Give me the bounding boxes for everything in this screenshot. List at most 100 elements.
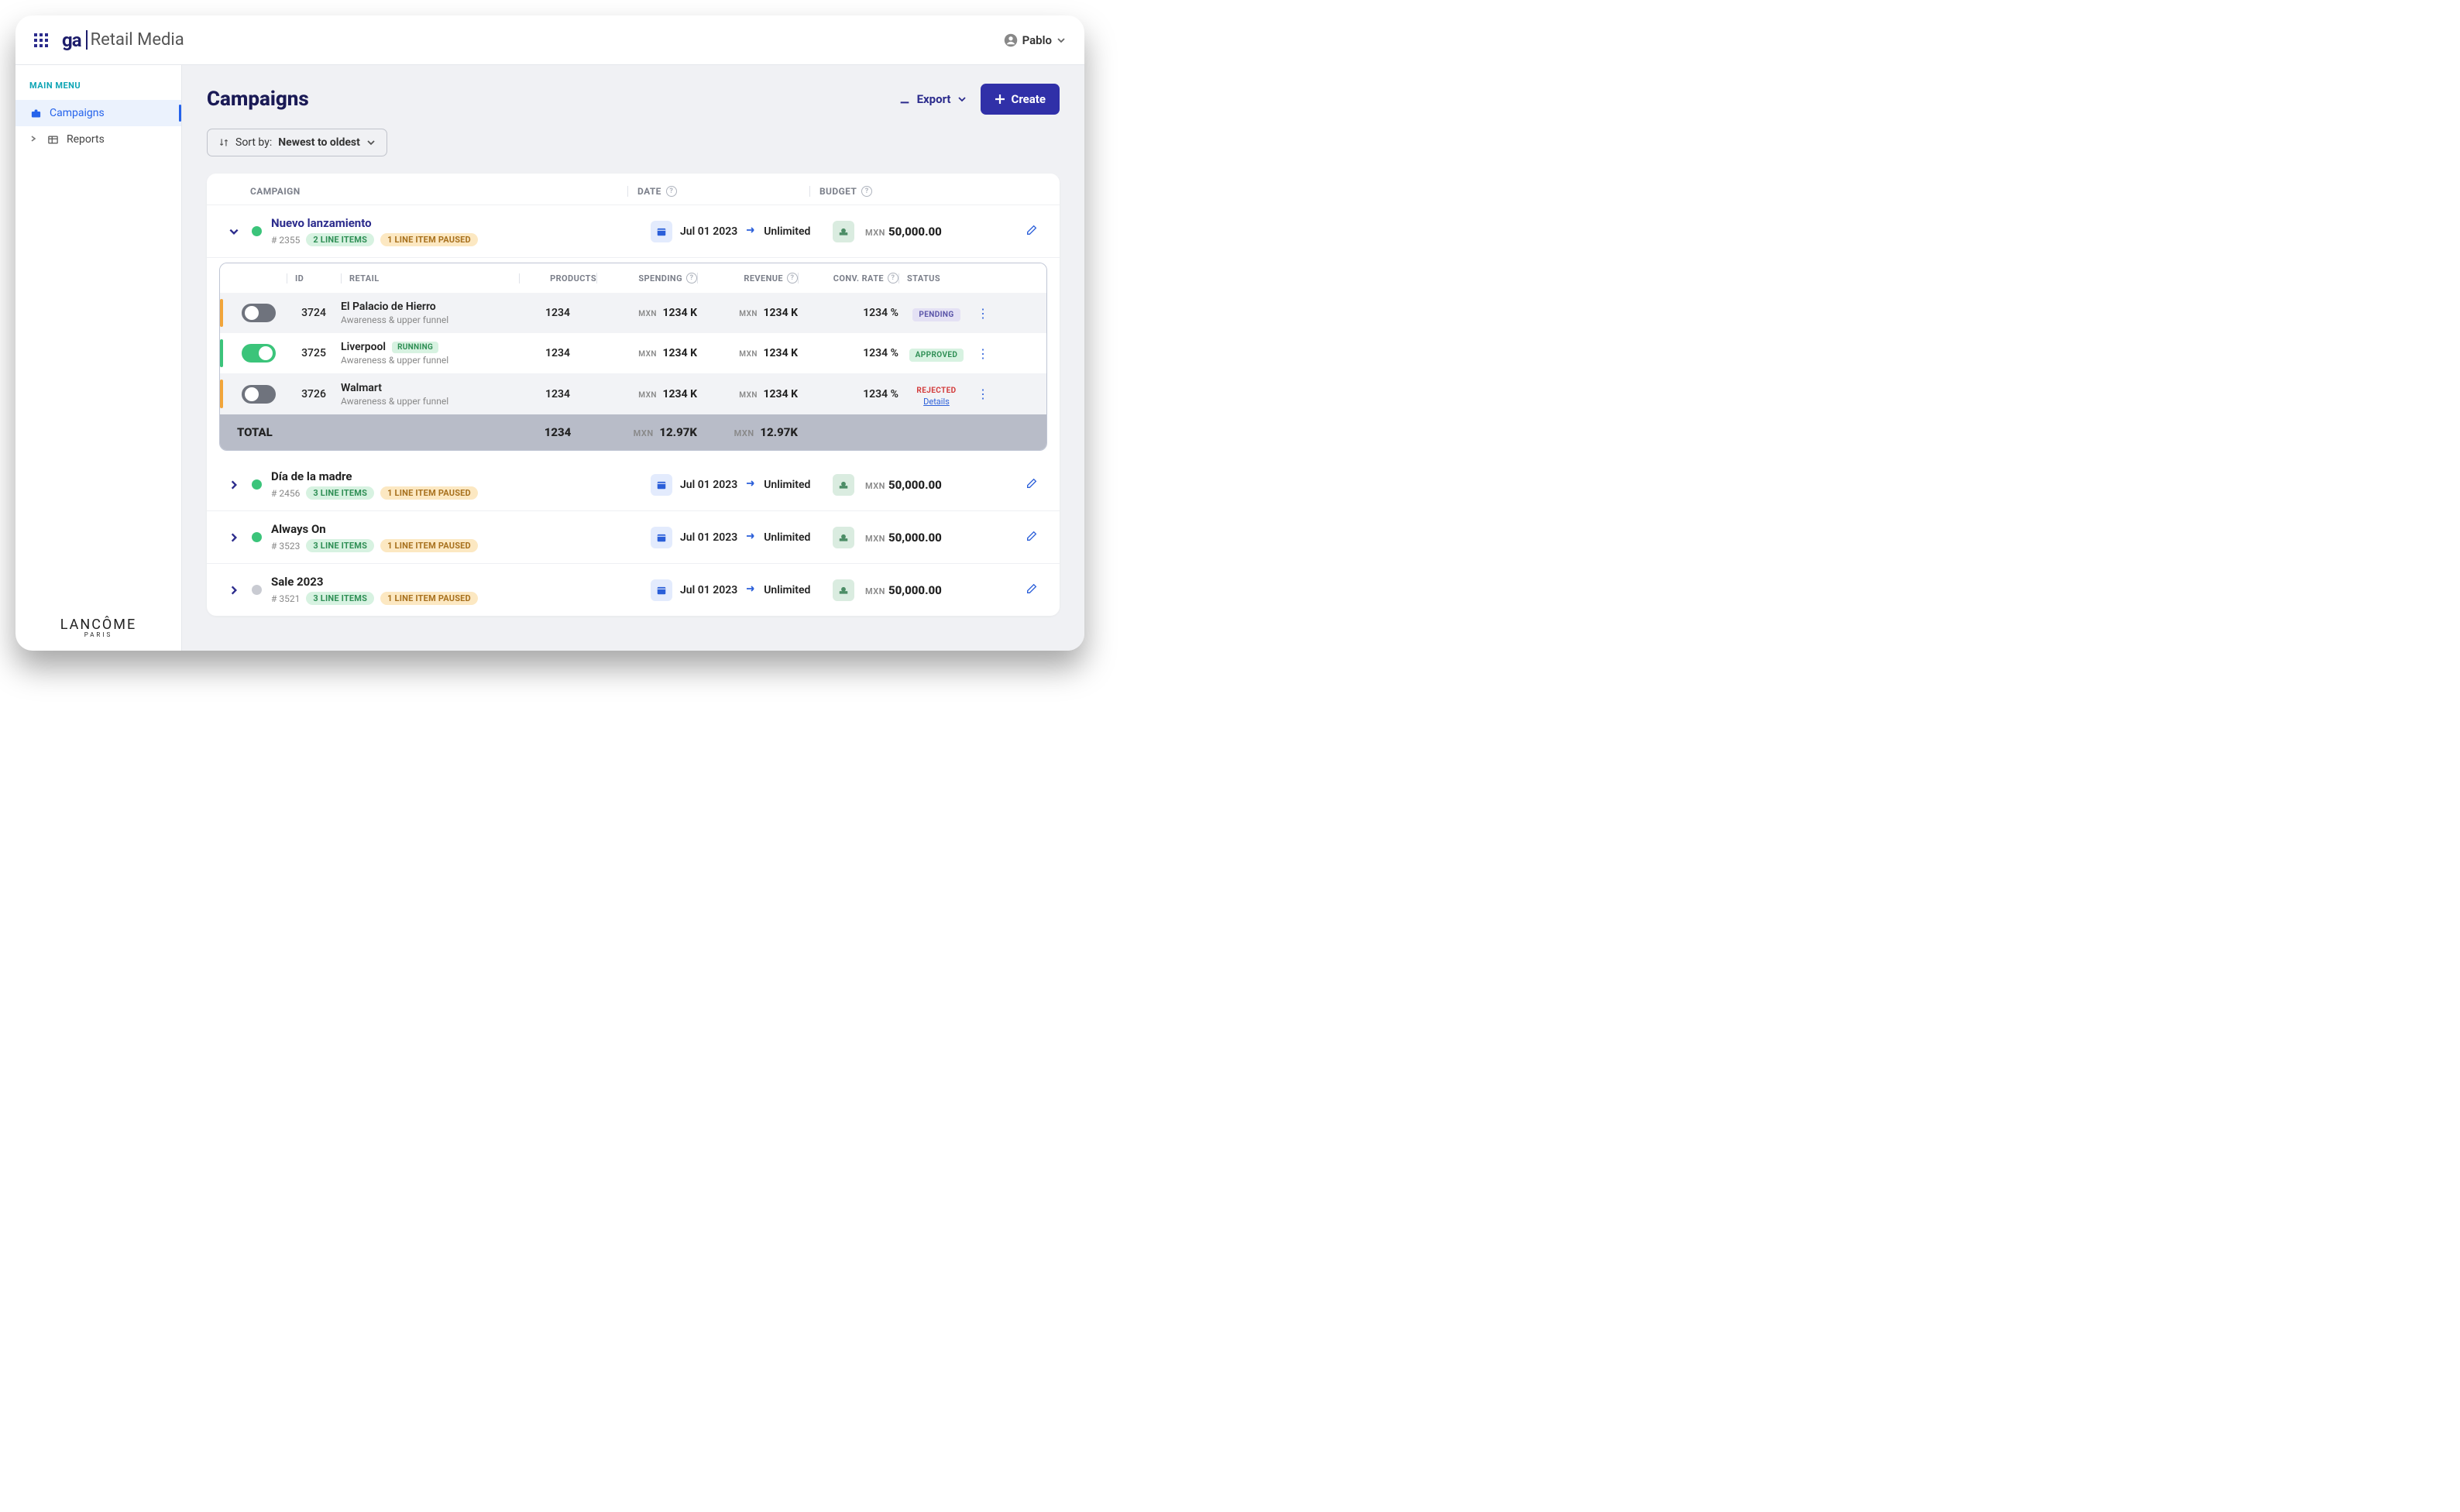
money-icon [833, 527, 854, 548]
arrow-right-icon [745, 477, 756, 492]
line-item-row: 3726 WalmartAwareness & upper funnel 123… [220, 373, 1046, 414]
logo-mark: ga [62, 29, 81, 51]
retail-name: El Palacio de Hierro [341, 301, 519, 313]
chevron-down-icon [366, 138, 376, 147]
retail-sub: Awareness & upper funnel [341, 355, 519, 366]
expand-toggle[interactable] [228, 532, 242, 543]
products-value: 1234 [519, 388, 596, 400]
arrow-right-icon [745, 530, 756, 545]
row-menu[interactable]: ⋮ [974, 387, 991, 401]
campaign-row: Día de la madre # 2456 3 LINE ITEMS 1 LI… [207, 459, 1060, 511]
line-item-row: 3724 El Palacio de HierroAwareness & upp… [220, 293, 1046, 333]
user-menu[interactable]: Pablo [1004, 33, 1066, 47]
create-label: Create [1012, 92, 1046, 106]
sort-prefix: Sort by: [235, 136, 272, 149]
campaign-row: Sale 2023 # 3521 3 LINE ITEMS 1 LINE ITE… [207, 564, 1060, 616]
row-menu[interactable]: ⋮ [974, 306, 991, 321]
chevron-down-icon [957, 94, 967, 104]
collapse-toggle[interactable] [228, 226, 242, 237]
date-start: Jul 01 2023 [680, 225, 737, 238]
line-items-pill: 3 LINE ITEMS [306, 486, 374, 500]
edit-icon[interactable] [1026, 224, 1038, 239]
help-icon[interactable]: ? [787, 273, 798, 284]
revenue-value: MXN 1234 K [697, 388, 798, 400]
date-start: Jul 01 2023 [680, 531, 737, 544]
status-badge: REJECTED [916, 387, 956, 395]
help-icon[interactable]: ? [666, 186, 677, 197]
status-badge: PENDING [912, 308, 960, 321]
col-date: DATE? [627, 186, 809, 197]
app-launcher-icon[interactable] [34, 33, 48, 47]
sidebar-item-reports[interactable]: Reports [15, 126, 181, 153]
status-dot [252, 585, 262, 595]
col-budget: BUDGET? [809, 186, 1038, 197]
paused-pill: 1 LINE ITEM PAUSED [380, 539, 478, 552]
line-item-id: 3725 [287, 347, 341, 359]
spending-value: MXN 1234 K [596, 307, 697, 319]
total-revenue: MXN 12.97K [697, 425, 798, 439]
spending-value: MXN 1234 K [596, 347, 697, 359]
toggle-switch[interactable] [242, 304, 276, 322]
calendar-icon [651, 474, 672, 496]
calendar-icon [651, 527, 672, 548]
sidebar-item-campaigns[interactable]: Campaigns [15, 100, 181, 126]
arrow-right-icon [745, 224, 756, 239]
conv-value: 1234 % [798, 347, 898, 359]
toggle-switch[interactable] [242, 344, 276, 363]
campaign-name[interactable]: Día de la madre [271, 469, 478, 483]
chevron-right-icon [29, 133, 39, 146]
campaign-id: # 2456 [271, 488, 300, 499]
toggle-switch[interactable] [242, 385, 276, 404]
date-end: Unlimited [764, 479, 810, 491]
export-button[interactable]: Export [898, 92, 967, 106]
campaign-row: Always On # 3523 3 LINE ITEMS 1 LINE ITE… [207, 511, 1060, 564]
logo: ga Retail Media [62, 29, 184, 51]
edit-icon[interactable] [1026, 477, 1038, 493]
page-title: Campaigns [207, 88, 309, 111]
logo-text: Retail Media [86, 30, 184, 50]
line-item-id: 3726 [287, 388, 341, 400]
status-dot [252, 226, 262, 236]
date-start: Jul 01 2023 [680, 479, 737, 491]
main-content: Campaigns Export Create Sort by: Ne [182, 65, 1084, 651]
campaign-name[interactable]: Sale 2023 [271, 575, 478, 589]
help-icon[interactable]: ? [686, 273, 697, 284]
create-button[interactable]: Create [981, 84, 1060, 115]
products-value: 1234 [519, 347, 596, 359]
conv-value: 1234 % [798, 388, 898, 400]
campaign-id: # 2355 [271, 235, 300, 246]
plus-icon [995, 94, 1005, 105]
date-start: Jul 01 2023 [680, 584, 737, 596]
money-icon [833, 221, 854, 242]
help-icon[interactable]: ? [861, 186, 872, 197]
campaigns-table: CAMPAIGN DATE? BUDGET? Nuevo lanzamiento… [207, 174, 1060, 616]
expand-toggle[interactable] [228, 479, 242, 490]
user-name: Pablo [1022, 33, 1052, 47]
edit-icon[interactable] [1026, 582, 1038, 598]
money-icon [833, 474, 854, 496]
table-header: CAMPAIGN DATE? BUDGET? [207, 174, 1060, 205]
campaign-name[interactable]: Always On [271, 522, 478, 536]
edit-icon[interactable] [1026, 530, 1038, 545]
products-value: 1234 [519, 307, 596, 319]
campaign-id: # 3521 [271, 593, 300, 604]
chevron-down-icon [1056, 36, 1066, 45]
total-label: TOTAL [231, 425, 519, 439]
line-item-row: 3725 LiverpoolRUNNINGAwareness & upper f… [220, 333, 1046, 373]
sort-value: Newest to oldest [278, 136, 360, 149]
campaign-name[interactable]: Nuevo lanzamiento [271, 216, 478, 230]
col-campaign: CAMPAIGN [228, 186, 627, 197]
totals-row: TOTAL 1234 MXN 12.97K MXN 12.97K [220, 414, 1046, 450]
sort-dropdown[interactable]: Sort by: Newest to oldest [207, 129, 387, 156]
conv-value: 1234 % [798, 307, 898, 319]
expand-toggle[interactable] [228, 585, 242, 596]
user-icon [1004, 33, 1018, 47]
line-item-id: 3724 [287, 307, 341, 319]
help-icon[interactable]: ? [888, 273, 898, 284]
status-dot [252, 479, 262, 490]
sidebar-item-label: Reports [67, 133, 105, 146]
row-menu[interactable]: ⋮ [974, 346, 991, 361]
details-link[interactable]: Details [898, 397, 974, 407]
calendar-icon [651, 221, 672, 242]
table-icon [46, 134, 59, 146]
